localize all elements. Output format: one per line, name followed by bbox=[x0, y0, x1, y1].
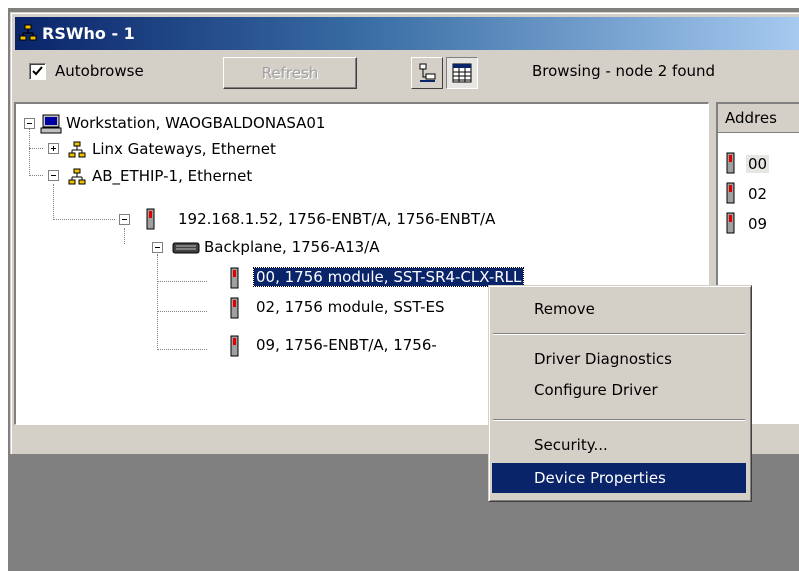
tree-connector bbox=[157, 349, 207, 350]
tree-node-label: Backplane, 1756-A13/A bbox=[204, 238, 380, 256]
tree-node-label: 02, 1756 module, SST-ES bbox=[256, 298, 445, 316]
tree-connector bbox=[124, 228, 125, 244]
menu-item-device-properties[interactable]: Device Properties bbox=[492, 463, 746, 493]
address-column-header[interactable]: Addres bbox=[718, 104, 799, 133]
module-icon bbox=[726, 212, 735, 234]
tree-connector bbox=[53, 219, 115, 220]
module-icon bbox=[726, 182, 735, 204]
autobrowse-label[interactable]: Autobrowse bbox=[55, 62, 144, 80]
tree-connector bbox=[29, 175, 43, 176]
network-icon bbox=[68, 141, 86, 158]
tree-view-button[interactable] bbox=[411, 57, 443, 89]
tree-connector bbox=[157, 311, 207, 312]
menu-item-label: Driver Diagnostics bbox=[534, 350, 672, 368]
menu-separator bbox=[493, 419, 745, 421]
menu-item-driver-diagnostics[interactable]: Driver Diagnostics bbox=[492, 344, 746, 374]
computer-icon bbox=[40, 114, 62, 134]
module-icon bbox=[146, 208, 155, 230]
context-menu: Remove Driver Diagnostics Configure Driv… bbox=[488, 285, 752, 502]
list-item-address: 00 bbox=[746, 155, 770, 173]
collapse-enbt-toggle[interactable] bbox=[119, 214, 130, 225]
module-icon bbox=[230, 335, 239, 357]
refresh-button[interactable]: Refresh bbox=[223, 57, 357, 89]
network-icon bbox=[68, 168, 86, 185]
module-icon bbox=[230, 267, 239, 289]
list-item-address: 09 bbox=[748, 215, 768, 233]
menu-item-label: Security... bbox=[534, 436, 608, 454]
module-icon bbox=[230, 297, 239, 319]
collapse-workstation-toggle[interactable] bbox=[24, 118, 35, 129]
tree-connector bbox=[157, 254, 158, 350]
browse-status: Browsing - node 2 found bbox=[532, 62, 716, 80]
collapse-ab-ethip-toggle[interactable] bbox=[48, 170, 59, 181]
list-view-icon bbox=[452, 63, 472, 83]
tree-node-label: 192.168.1.52, 1756-ENBT/A, 1756-ENBT/A bbox=[178, 210, 496, 228]
title-bar[interactable]: RSWho - 1 bbox=[15, 17, 799, 50]
backplane-icon bbox=[172, 242, 200, 254]
tree-view-icon bbox=[419, 63, 436, 82]
tree-connector bbox=[157, 281, 207, 282]
checkmark-icon bbox=[32, 66, 43, 76]
menu-item-security[interactable]: Security... bbox=[492, 430, 746, 460]
menu-item-label: Device Properties bbox=[534, 469, 666, 487]
menu-item-label: Configure Driver bbox=[534, 381, 658, 399]
toolbar: Autobrowse Refresh Browsing - node 2 fou… bbox=[15, 55, 799, 95]
menu-item-remove[interactable]: Remove bbox=[492, 294, 746, 324]
tree-connector bbox=[53, 184, 54, 220]
tree-node-label: AB_ETHIP-1, Ethernet bbox=[92, 167, 253, 185]
autobrowse-checkbox[interactable] bbox=[29, 63, 46, 80]
module-icon bbox=[726, 152, 735, 174]
menu-separator bbox=[493, 333, 745, 335]
tree-node-label: 09, 1756-ENBT/A, 1756- bbox=[256, 336, 437, 354]
tree-node-label: Linx Gateways, Ethernet bbox=[92, 140, 276, 158]
list-item-address: 02 bbox=[748, 185, 768, 203]
tree-connector bbox=[29, 148, 43, 149]
list-view-button[interactable] bbox=[446, 57, 478, 89]
tree-connector bbox=[29, 128, 30, 176]
collapse-backplane-toggle[interactable] bbox=[152, 242, 163, 253]
menu-item-configure-driver[interactable]: Configure Driver bbox=[492, 375, 746, 405]
tree-node-label: Workstation, WAOGBALDONASA01 bbox=[66, 114, 326, 132]
tree-node-label: 00, 1756 module, SST-SR4-CLX-RLL bbox=[252, 267, 525, 287]
window-title: RSWho - 1 bbox=[42, 24, 135, 43]
column-header-label: Addres bbox=[725, 109, 777, 127]
network-icon bbox=[19, 24, 37, 41]
menu-item-label: Remove bbox=[534, 300, 595, 318]
expand-linx-toggle[interactable] bbox=[48, 143, 59, 154]
